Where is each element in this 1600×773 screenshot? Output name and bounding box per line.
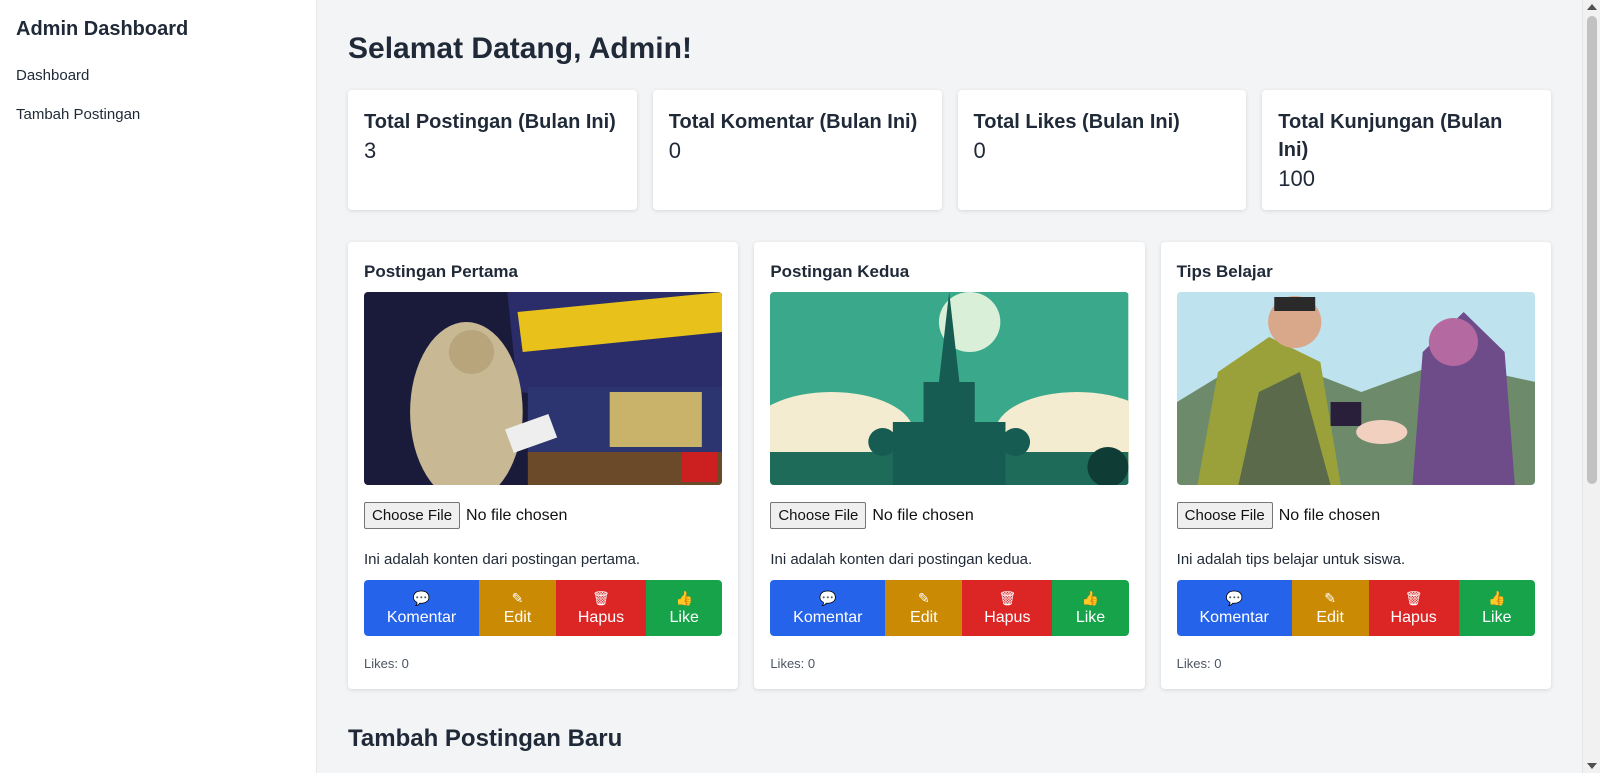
file-input[interactable]: Choose File No file chosen: [364, 502, 722, 529]
edit-label: Edit: [503, 608, 532, 626]
stat-value: 100: [1278, 166, 1315, 191]
stat-label: Total Komentar (Bulan Ini): [668, 111, 918, 133]
delete-button[interactable]: 🗑 Hapus: [556, 580, 646, 636]
stat-value: 0: [668, 138, 681, 163]
edit-button[interactable]: ✎ Edit: [885, 580, 963, 636]
choose-file-button[interactable]: Choose File: [770, 502, 867, 529]
file-input[interactable]: Choose File No file chosen: [1176, 502, 1535, 529]
delete-button[interactable]: 🗑 Hapus: [1368, 580, 1459, 636]
edit-icon: ✎: [1324, 589, 1337, 606]
stats-row: Total Postingan (Bulan Ini) 3 Total Kome…: [348, 90, 1551, 210]
edit-button[interactable]: ✎ Edit: [1291, 580, 1369, 636]
comment-icon: 💬: [1225, 589, 1243, 606]
file-status: No file chosen: [872, 506, 974, 524]
sidebar-title: Admin Dashboard: [16, 18, 189, 40]
comment-icon: 💬: [819, 589, 837, 606]
edit-button[interactable]: ✎ Edit: [479, 580, 556, 636]
comment-label: Komentar: [386, 608, 457, 626]
stat-card-kunjungan: Total Kunjungan (Bulan Ini) 100: [1262, 90, 1551, 210]
trash-icon: 🗑: [592, 589, 610, 606]
post-card: Postingan Pertama Choose File No file ch…: [348, 242, 739, 689]
comment-button[interactable]: 💬 Komentar: [770, 580, 886, 636]
sidebar-item-dashboard[interactable]: Dashboard: [16, 67, 300, 84]
file-input[interactable]: Choose File No file chosen: [770, 502, 1128, 529]
trash-icon: 🗑: [998, 589, 1017, 606]
stat-value: 0: [973, 138, 986, 163]
main-content: Selamat Datang, Admin! Total Postingan (…: [317, 0, 1582, 773]
post-title: Postingan Kedua: [770, 262, 910, 281]
comment-label: Komentar: [793, 608, 863, 626]
like-button[interactable]: 👍 Like: [1458, 580, 1535, 636]
delete-label: Hapus: [577, 608, 625, 626]
like-label: Like: [669, 608, 699, 626]
comment-button[interactable]: 💬 Komentar: [364, 580, 479, 636]
file-status: No file chosen: [1278, 506, 1381, 524]
stat-label: Total Likes (Bulan Ini): [973, 111, 1180, 133]
like-button[interactable]: 👍 Like: [646, 580, 723, 636]
post-title: Tips Belajar: [1176, 262, 1273, 281]
edit-icon: ✎: [917, 589, 930, 606]
thumbs-up-icon: 👍: [675, 589, 693, 606]
post-card: Postingan Kedua Choose File No file chos…: [754, 242, 1145, 689]
file-status: No file chosen: [466, 506, 568, 524]
thumbs-up-icon: 👍: [1081, 589, 1100, 606]
choose-file-button[interactable]: Choose File: [364, 502, 461, 529]
delete-label: Hapus: [1390, 608, 1437, 626]
sidebar-item-tambah-postingan[interactable]: Tambah Postingan: [16, 106, 300, 123]
likes-count: Likes: 0: [770, 656, 816, 671]
scroll-down-arrow-icon[interactable]: [1587, 763, 1597, 769]
stat-label: Total Kunjungan (Bulan Ini): [1278, 111, 1503, 161]
stat-card-komentar: Total Komentar (Bulan Ini) 0: [652, 90, 942, 210]
likes-count: Likes: 0: [1176, 656, 1222, 671]
post-actions: 💬 Komentar ✎ Edit 🗑 Hapus 👍 Like: [770, 580, 1129, 636]
post-image: [364, 292, 723, 485]
stat-label: Total Postingan (Bulan Ini): [364, 111, 616, 133]
like-label: Like: [1075, 608, 1106, 626]
stat-card-likes: Total Likes (Bulan Ini) 0: [957, 90, 1247, 210]
post-image: [770, 292, 1129, 485]
post-card: Tips Belajar Choose File No file chosen …: [1160, 242, 1551, 689]
comment-icon: 💬: [412, 589, 431, 606]
page-scrollbar[interactable]: [1582, 0, 1600, 773]
posts-grid: Postingan Pertama Choose File No file ch…: [348, 242, 1551, 689]
delete-button[interactable]: 🗑 Hapus: [962, 580, 1053, 636]
sidebar: Admin Dashboard Dashboard Tambah Posting…: [0, 0, 317, 773]
thumbs-up-icon: 👍: [1488, 589, 1506, 606]
scrollbar-thumb[interactable]: [1587, 16, 1597, 484]
delete-label: Hapus: [984, 608, 1031, 626]
comment-label: Komentar: [1199, 608, 1269, 626]
scroll-up-arrow-icon[interactable]: [1587, 4, 1597, 10]
comment-button[interactable]: 💬 Komentar: [1176, 580, 1292, 636]
choose-file-button[interactable]: Choose File: [1176, 502, 1273, 529]
post-title: Postingan Pertama: [364, 262, 518, 281]
add-post-heading: Tambah Postingan Baru: [348, 725, 623, 752]
post-image: [1176, 292, 1535, 485]
like-label: Like: [1482, 608, 1512, 626]
post-content: Ini adalah konten dari postingan pertama…: [364, 551, 641, 568]
likes-count: Likes: 0: [364, 656, 409, 671]
trash-icon: 🗑: [1404, 589, 1423, 606]
post-actions: 💬 Komentar ✎ Edit 🗑 Hapus 👍 Like: [364, 580, 723, 636]
post-content: Ini adalah tips belajar untuk siswa.: [1176, 551, 1406, 568]
edit-icon: ✎: [511, 589, 524, 606]
post-actions: 💬 Komentar ✎ Edit 🗑 Hapus 👍 Like: [1176, 580, 1535, 636]
edit-label: Edit: [910, 608, 938, 626]
page-title: Selamat Datang, Admin!: [348, 32, 692, 65]
like-button[interactable]: 👍 Like: [1052, 580, 1129, 636]
edit-label: Edit: [1316, 608, 1344, 626]
post-content: Ini adalah konten dari postingan kedua.: [770, 551, 1033, 568]
stat-value: 3: [364, 138, 377, 163]
stat-card-postingan: Total Postingan (Bulan Ini) 3: [348, 90, 637, 210]
